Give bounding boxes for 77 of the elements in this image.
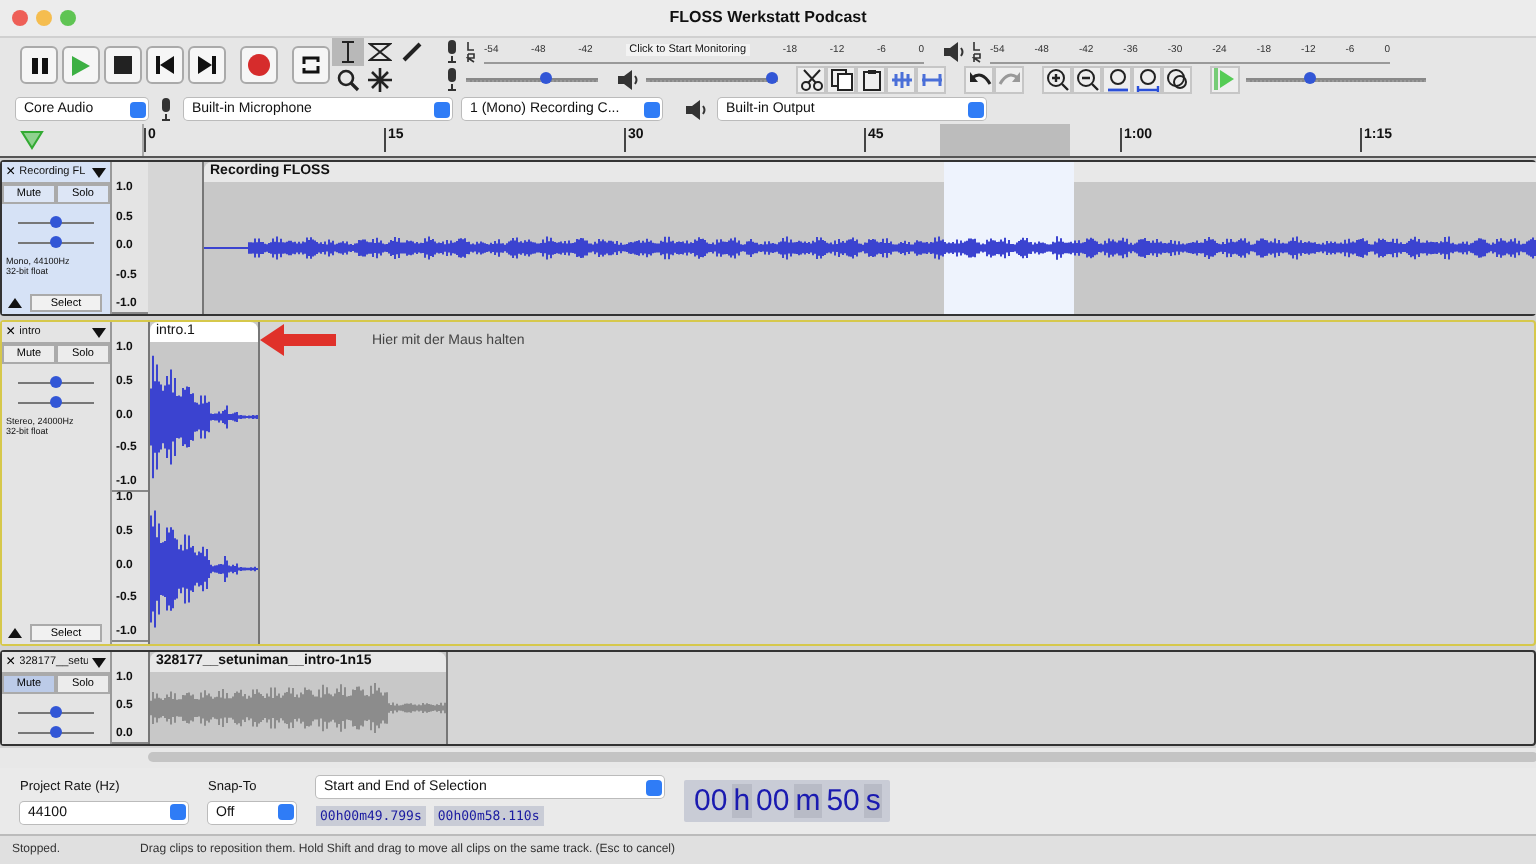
record-icon xyxy=(248,54,270,77)
close-track-button[interactable]: × xyxy=(6,164,16,181)
clipboard-icon xyxy=(859,67,883,92)
triangle-up-icon xyxy=(8,628,22,639)
text-cursor-icon xyxy=(340,39,356,64)
play-at-speed-icon xyxy=(1214,68,1236,91)
skip-to-end-icon xyxy=(198,56,216,75)
collapse-track-button[interactable] xyxy=(6,624,24,643)
asterisk-icon xyxy=(368,67,392,92)
zoom-out-button[interactable] xyxy=(1072,65,1102,94)
scissors-icon xyxy=(799,67,823,92)
collapse-track-button[interactable] xyxy=(6,294,24,313)
waveform xyxy=(150,510,258,628)
speaker-icon xyxy=(684,97,708,122)
envelope-tool-button[interactable] xyxy=(364,37,396,66)
slider-thumb[interactable] xyxy=(50,726,62,739)
pause-button[interactable] xyxy=(20,46,58,85)
trim-button[interactable] xyxy=(886,65,916,94)
close-button[interactable] xyxy=(12,9,28,26)
slider-thumb[interactable] xyxy=(50,216,62,229)
fit-selection-button[interactable] xyxy=(1102,65,1132,94)
channel-labels-icon xyxy=(466,39,478,64)
microphone-icon xyxy=(444,67,460,92)
loop-button[interactable] xyxy=(292,46,330,85)
silence-button[interactable] xyxy=(916,65,946,94)
zoom-out-icon xyxy=(1075,67,1099,92)
slider-thumb[interactable] xyxy=(50,706,62,719)
dropdown-arrow-icon[interactable] xyxy=(92,657,106,668)
slider-thumb[interactable] xyxy=(50,236,62,249)
paste-button[interactable] xyxy=(856,65,886,94)
slider-thumb[interactable] xyxy=(50,376,62,389)
close-track-button[interactable]: × xyxy=(6,324,16,341)
window-title: FLOSS Werkstatt Podcast xyxy=(667,8,869,27)
zoom-toggle-icon xyxy=(1165,67,1189,92)
envelope-tool-icon xyxy=(368,39,392,64)
microphone-icon xyxy=(444,39,460,64)
zoom-tool-button[interactable] xyxy=(332,65,364,94)
pointer-arrow-icon xyxy=(260,324,336,357)
horizontal-scrollbar[interactable] xyxy=(148,751,1536,762)
slider-thumb[interactable] xyxy=(539,71,552,84)
selection-region xyxy=(940,124,1070,157)
copy-button[interactable] xyxy=(826,65,856,94)
stop-icon xyxy=(114,56,132,75)
zoom-in-button[interactable] xyxy=(1042,65,1072,94)
slider-thumb[interactable] xyxy=(1303,71,1315,84)
dropdown-arrow-icon[interactable] xyxy=(92,327,106,338)
fit-project-button[interactable] xyxy=(1132,65,1162,94)
copy-icon xyxy=(829,67,853,92)
skip-to-start-icon xyxy=(156,56,174,75)
skip-to-start-button[interactable] xyxy=(146,46,184,85)
skip-to-end-button[interactable] xyxy=(188,46,226,85)
speaker-icon xyxy=(616,67,640,92)
record-button[interactable] xyxy=(240,46,278,85)
zoom-fit-icon xyxy=(1135,67,1159,92)
zoom-in-icon xyxy=(1045,67,1069,92)
zoom-selection-icon xyxy=(1105,67,1129,92)
stop-button[interactable] xyxy=(104,46,142,85)
pencil-icon xyxy=(400,39,424,64)
slider-thumb[interactable] xyxy=(50,396,62,409)
channel-labels-icon xyxy=(972,39,984,64)
play-icon xyxy=(70,53,92,78)
pause-icon xyxy=(29,55,49,76)
slider-thumb[interactable] xyxy=(765,71,778,84)
zoom-toggle-button[interactable] xyxy=(1162,65,1192,94)
close-track-button[interactable]: × xyxy=(6,654,16,671)
waveform xyxy=(150,356,258,479)
speaker-icon xyxy=(942,39,966,64)
loop-icon xyxy=(300,54,322,77)
trim-audio-icon xyxy=(889,67,913,92)
audio-position-display[interactable]: 00 h 00 m 50 s xyxy=(684,780,891,823)
selection-tool-button[interactable] xyxy=(332,37,364,66)
dropdown-arrow-icon[interactable] xyxy=(92,167,106,178)
cut-button[interactable] xyxy=(796,65,826,94)
undo-button[interactable] xyxy=(964,65,994,94)
microphone-icon xyxy=(158,97,174,122)
triangle-up-icon xyxy=(8,298,22,309)
magnifier-icon xyxy=(336,67,360,92)
